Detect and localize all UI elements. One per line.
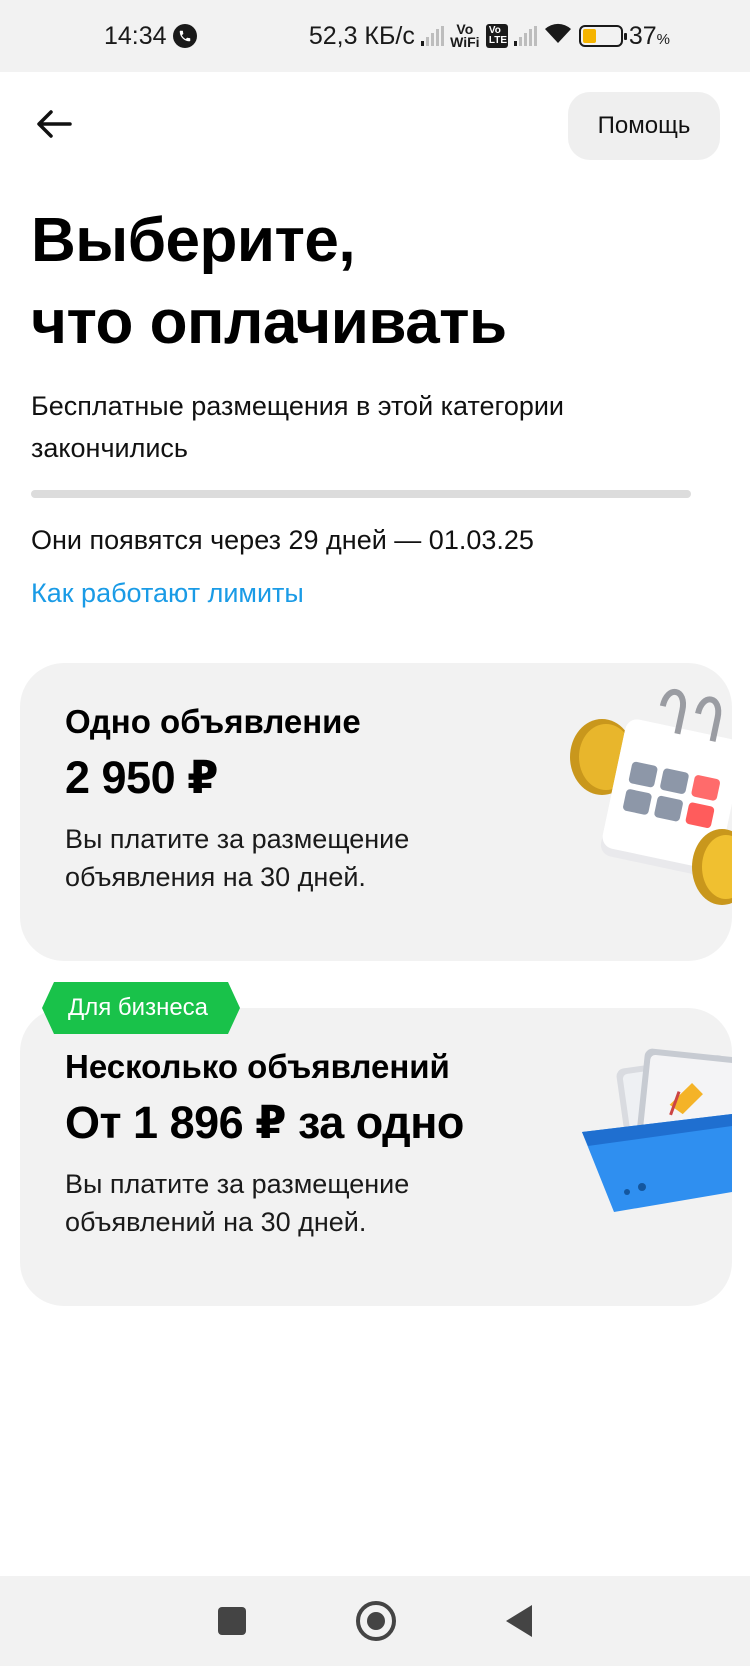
how-limits-work-link[interactable]: Как работают лимиты: [31, 578, 304, 609]
limit-progress-bar: [31, 490, 691, 498]
multiple-listings-option[interactable]: Несколько объявлений От 1 896 ₽ за одно …: [20, 1008, 732, 1306]
business-badge: Для бизнеса: [42, 982, 240, 1034]
calendar-coins-icon: [570, 689, 732, 905]
volte-icon: Vo LTE: [485, 24, 508, 48]
status-right: 52,3 КБ/с Vo WiFi Vo LTE 37%: [309, 21, 670, 52]
status-left: 14:34: [104, 22, 197, 51]
page-title: Выберите, что оплачивать: [31, 200, 711, 364]
call-icon: [172, 24, 197, 48]
arrow-left-icon: [37, 110, 72, 138]
vowifi-icon: Vo WiFi: [450, 21, 480, 50]
option-price: 2 950 ₽: [65, 752, 218, 803]
system-nav-bar: [0, 1576, 750, 1666]
home-icon[interactable]: [356, 1601, 396, 1641]
battery-icon: [578, 25, 627, 47]
free-placements-note: Бесплатные размещения в этой категории з…: [31, 391, 565, 463]
single-listing-option[interactable]: Одно объявление 2 950 ₽ Вы платите за ра…: [20, 663, 732, 961]
help-button[interactable]: Помощь: [568, 92, 720, 160]
option-price: От 1 896 ₽ за одно: [65, 1097, 464, 1148]
status-bar: 14:34 52,3 КБ/с Vo WiFi Vo LTE 37%: [0, 0, 750, 72]
back-button[interactable]: [30, 100, 78, 148]
option-description: Вы платите за размещение объявления на 3…: [65, 824, 410, 892]
screen: 14:34 52,3 КБ/с Vo WiFi Vo LTE 37% Помощ…: [0, 0, 750, 1666]
renewal-date-text: Они появятся через 29 дней — 01.03.25: [31, 525, 534, 555]
battery-percent: 37%: [628, 21, 670, 50]
signal-icon: [420, 26, 444, 46]
signal-icon-2: [513, 26, 537, 46]
option-description: Вы платите за размещение объявлений на 3…: [65, 1169, 410, 1237]
network-speed: 52,3 КБ/с: [308, 21, 415, 50]
option-title: Одно объявление: [65, 703, 361, 740]
recent-apps-icon[interactable]: [218, 1607, 246, 1635]
wifi-icon: [543, 21, 573, 52]
page-title-line-2: что оплачивать: [31, 288, 507, 357]
page-title-line-1: Выберите,: [31, 206, 356, 275]
basket-listings-icon: [582, 1048, 732, 1212]
clock: 14:34: [104, 21, 167, 50]
back-icon[interactable]: [506, 1605, 532, 1637]
option-title: Несколько объявлений: [65, 1048, 450, 1085]
